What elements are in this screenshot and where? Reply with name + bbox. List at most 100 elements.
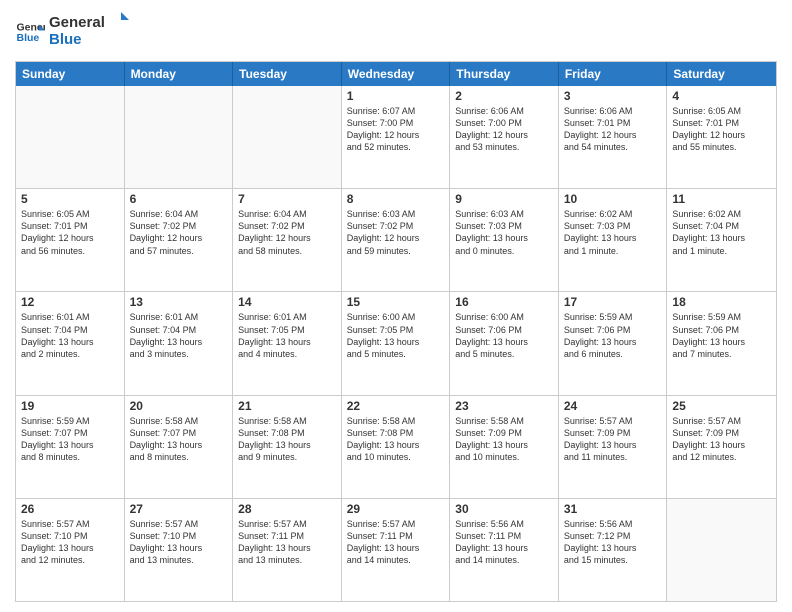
- calendar-cell: 30 Sunrise: 5:56 AM Sunset: 7:11 PM Dayli…: [450, 499, 559, 601]
- logo-svg: General Blue: [49, 10, 129, 48]
- calendar-cell: 31Sunrise: 5:56 AM Sunset: 7:12 PM Dayli…: [559, 499, 668, 601]
- cell-text: Sunrise: 6:00 AM Sunset: 7:06 PM Dayligh…: [455, 311, 553, 360]
- day-number: 20: [130, 399, 228, 413]
- cell-text: Sunrise: 6:01 AM Sunset: 7:04 PM Dayligh…: [21, 311, 119, 360]
- calendar-cell: [16, 86, 125, 188]
- calendar-cell: 16 Sunrise: 6:00 AM Sunset: 7:06 PM Dayli…: [450, 292, 559, 394]
- calendar-cell: 17Sunrise: 5:59 AM Sunset: 7:06 PM Dayli…: [559, 292, 668, 394]
- logo-icon: General Blue: [15, 17, 45, 47]
- cell-text: Sunrise: 6:02 AM Sunset: 7:04 PM Dayligh…: [672, 208, 771, 257]
- calendar-week-4: 19 Sunrise: 5:59 AM Sunset: 7:07 PM Dayli…: [16, 396, 776, 499]
- calendar-cell: 3Sunrise: 6:06 AM Sunset: 7:01 PM Daylig…: [559, 86, 668, 188]
- cell-text: Sunrise: 5:57 AM Sunset: 7:09 PM Dayligh…: [564, 415, 662, 464]
- cell-text: Sunrise: 5:57 AM Sunset: 7:11 PM Dayligh…: [347, 518, 445, 567]
- calendar-cell: 27 Sunrise: 5:57 AM Sunset: 7:10 PM Dayli…: [125, 499, 234, 601]
- cell-text: Sunrise: 5:58 AM Sunset: 7:08 PM Dayligh…: [347, 415, 445, 464]
- calendar-cell: 6Sunrise: 6:04 AM Sunset: 7:02 PM Daylig…: [125, 189, 234, 291]
- day-number: 7: [238, 192, 336, 206]
- calendar-cell: 8 Sunrise: 6:03 AM Sunset: 7:02 PM Daylig…: [342, 189, 451, 291]
- svg-text:Blue: Blue: [17, 32, 40, 44]
- day-number: 24: [564, 399, 662, 413]
- cell-text: Sunrise: 6:03 AM Sunset: 7:02 PM Dayligh…: [347, 208, 445, 257]
- cell-text: Sunrise: 5:59 AM Sunset: 7:06 PM Dayligh…: [672, 311, 771, 360]
- cell-text: Sunrise: 6:04 AM Sunset: 7:02 PM Dayligh…: [130, 208, 228, 257]
- cell-text: Sunrise: 6:05 AM Sunset: 7:01 PM Dayligh…: [672, 105, 771, 154]
- day-number: 25: [672, 399, 771, 413]
- day-number: 10: [564, 192, 662, 206]
- calendar-cell: [233, 86, 342, 188]
- calendar-cell: 15Sunrise: 6:00 AM Sunset: 7:05 PM Dayli…: [342, 292, 451, 394]
- svg-text:General: General: [49, 14, 105, 31]
- cell-text: Sunrise: 6:02 AM Sunset: 7:03 PM Dayligh…: [564, 208, 662, 257]
- header-cell-sunday: Sunday: [16, 62, 125, 86]
- calendar-cell: 14 Sunrise: 6:01 AM Sunset: 7:05 PM Dayli…: [233, 292, 342, 394]
- calendar-cell: 7 Sunrise: 6:04 AM Sunset: 7:02 PM Daylig…: [233, 189, 342, 291]
- calendar-cell: 22 Sunrise: 5:58 AM Sunset: 7:08 PM Dayli…: [342, 396, 451, 498]
- svg-text:Blue: Blue: [49, 31, 82, 48]
- day-number: 11: [672, 192, 771, 206]
- calendar-cell: 25 Sunrise: 5:57 AM Sunset: 7:09 PM Dayli…: [667, 396, 776, 498]
- day-number: 14: [238, 295, 336, 309]
- cell-text: Sunrise: 6:05 AM Sunset: 7:01 PM Dayligh…: [21, 208, 119, 257]
- calendar-week-3: 12 Sunrise: 6:01 AM Sunset: 7:04 PM Dayli…: [16, 292, 776, 395]
- day-number: 26: [21, 502, 119, 516]
- cell-text: Sunrise: 6:06 AM Sunset: 7:00 PM Dayligh…: [455, 105, 553, 154]
- cell-text: Sunrise: 5:58 AM Sunset: 7:07 PM Dayligh…: [130, 415, 228, 464]
- day-number: 12: [21, 295, 119, 309]
- page: General Blue General Blue SundayMondayTu…: [0, 0, 792, 612]
- day-number: 9: [455, 192, 553, 206]
- cell-text: Sunrise: 6:04 AM Sunset: 7:02 PM Dayligh…: [238, 208, 336, 257]
- day-number: 16: [455, 295, 553, 309]
- day-number: 5: [21, 192, 119, 206]
- cell-text: Sunrise: 6:01 AM Sunset: 7:05 PM Dayligh…: [238, 311, 336, 360]
- day-number: 30: [455, 502, 553, 516]
- day-number: 31: [564, 502, 662, 516]
- calendar-body: 1 Sunrise: 6:07 AM Sunset: 7:00 PM Daylig…: [16, 86, 776, 601]
- day-number: 21: [238, 399, 336, 413]
- header: General Blue General Blue: [15, 10, 777, 53]
- day-number: 23: [455, 399, 553, 413]
- cell-text: Sunrise: 6:03 AM Sunset: 7:03 PM Dayligh…: [455, 208, 553, 257]
- calendar-cell: 5 Sunrise: 6:05 AM Sunset: 7:01 PM Daylig…: [16, 189, 125, 291]
- header-cell-monday: Monday: [125, 62, 234, 86]
- calendar-cell: 28Sunrise: 5:57 AM Sunset: 7:11 PM Dayli…: [233, 499, 342, 601]
- cell-text: Sunrise: 5:57 AM Sunset: 7:10 PM Dayligh…: [21, 518, 119, 567]
- day-number: 19: [21, 399, 119, 413]
- day-number: 29: [347, 502, 445, 516]
- day-number: 13: [130, 295, 228, 309]
- header-cell-saturday: Saturday: [667, 62, 776, 86]
- logo-text: General Blue: [49, 10, 129, 53]
- header-cell-tuesday: Tuesday: [233, 62, 342, 86]
- calendar-cell: 9 Sunrise: 6:03 AM Sunset: 7:03 PM Daylig…: [450, 189, 559, 291]
- cell-text: Sunrise: 5:58 AM Sunset: 7:08 PM Dayligh…: [238, 415, 336, 464]
- cell-text: Sunrise: 5:57 AM Sunset: 7:09 PM Dayligh…: [672, 415, 771, 464]
- calendar-cell: 19 Sunrise: 5:59 AM Sunset: 7:07 PM Dayli…: [16, 396, 125, 498]
- cell-text: Sunrise: 5:56 AM Sunset: 7:11 PM Dayligh…: [455, 518, 553, 567]
- header-cell-thursday: Thursday: [450, 62, 559, 86]
- day-number: 4: [672, 89, 771, 103]
- cell-text: Sunrise: 5:59 AM Sunset: 7:06 PM Dayligh…: [564, 311, 662, 360]
- calendar-header: SundayMondayTuesdayWednesdayThursdayFrid…: [16, 62, 776, 86]
- calendar-cell: 12 Sunrise: 6:01 AM Sunset: 7:04 PM Dayli…: [16, 292, 125, 394]
- cell-text: Sunrise: 5:58 AM Sunset: 7:09 PM Dayligh…: [455, 415, 553, 464]
- calendar-cell: 23 Sunrise: 5:58 AM Sunset: 7:09 PM Dayli…: [450, 396, 559, 498]
- header-cell-wednesday: Wednesday: [342, 62, 451, 86]
- calendar-cell: 20 Sunrise: 5:58 AM Sunset: 7:07 PM Dayli…: [125, 396, 234, 498]
- calendar-cell: 10 Sunrise: 6:02 AM Sunset: 7:03 PM Dayli…: [559, 189, 668, 291]
- day-number: 15: [347, 295, 445, 309]
- calendar-cell: 26 Sunrise: 5:57 AM Sunset: 7:10 PM Dayli…: [16, 499, 125, 601]
- cell-text: Sunrise: 6:07 AM Sunset: 7:00 PM Dayligh…: [347, 105, 445, 154]
- calendar-cell: 4 Sunrise: 6:05 AM Sunset: 7:01 PM Daylig…: [667, 86, 776, 188]
- cell-text: Sunrise: 5:57 AM Sunset: 7:11 PM Dayligh…: [238, 518, 336, 567]
- cell-text: Sunrise: 5:57 AM Sunset: 7:10 PM Dayligh…: [130, 518, 228, 567]
- calendar-cell: 1 Sunrise: 6:07 AM Sunset: 7:00 PM Daylig…: [342, 86, 451, 188]
- header-cell-friday: Friday: [559, 62, 668, 86]
- calendar-cell: 21 Sunrise: 5:58 AM Sunset: 7:08 PM Dayli…: [233, 396, 342, 498]
- calendar-cell: 29 Sunrise: 5:57 AM Sunset: 7:11 PM Dayli…: [342, 499, 451, 601]
- day-number: 22: [347, 399, 445, 413]
- cell-text: Sunrise: 5:59 AM Sunset: 7:07 PM Dayligh…: [21, 415, 119, 464]
- day-number: 8: [347, 192, 445, 206]
- day-number: 27: [130, 502, 228, 516]
- calendar-cell: 24 Sunrise: 5:57 AM Sunset: 7:09 PM Dayli…: [559, 396, 668, 498]
- day-number: 1: [347, 89, 445, 103]
